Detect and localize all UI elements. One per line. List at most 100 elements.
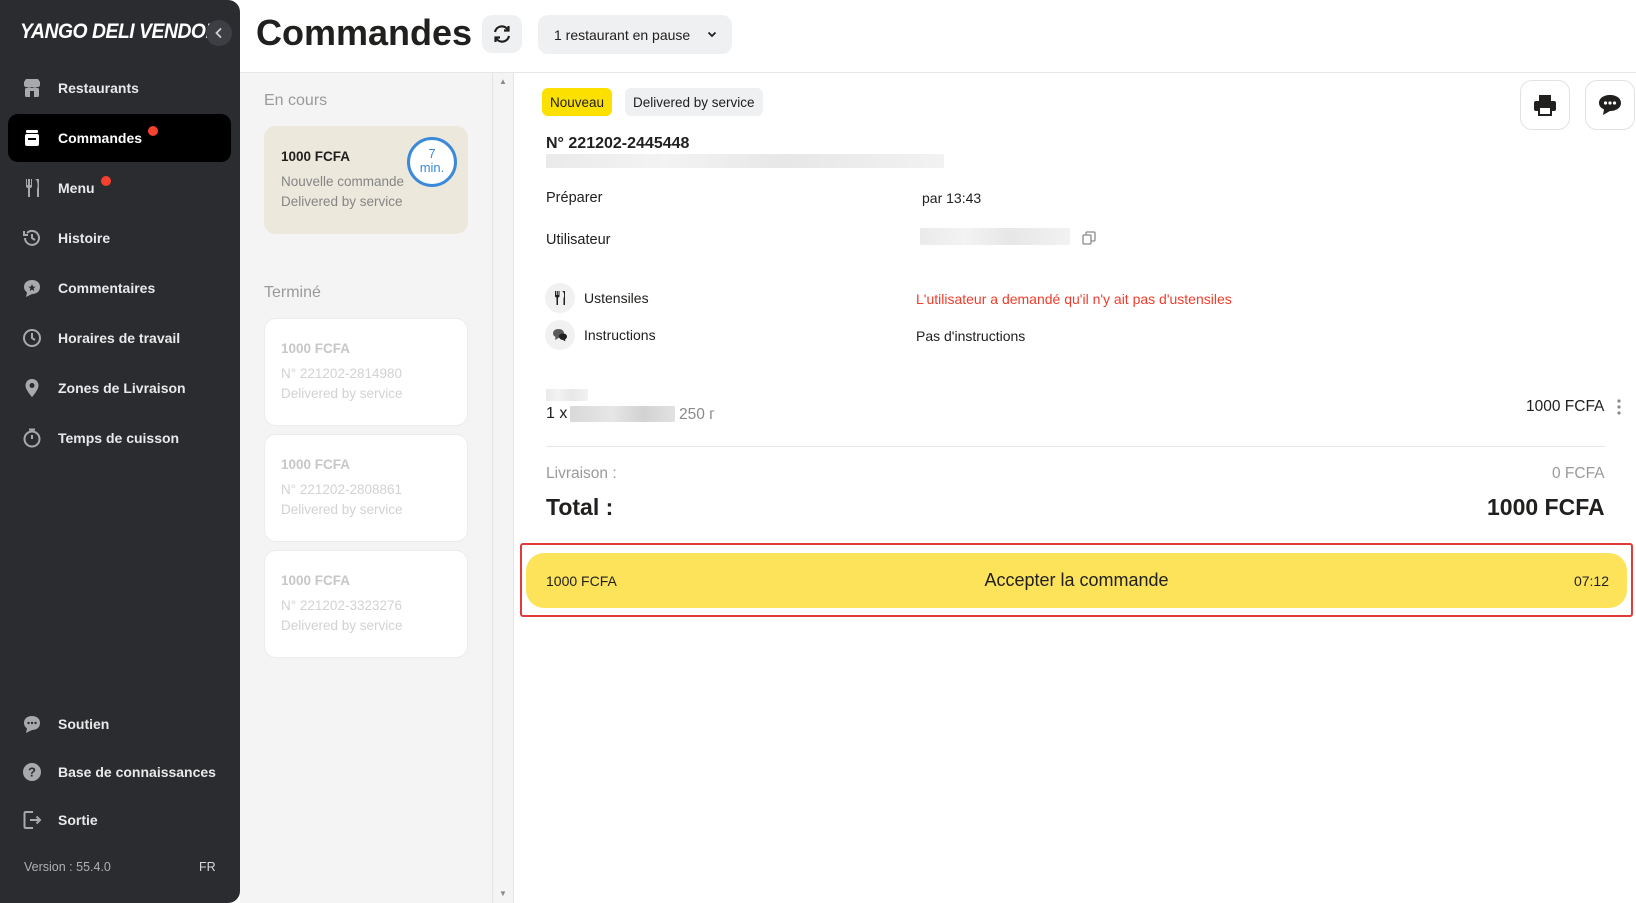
refresh-icon <box>493 25 511 43</box>
address-blurred <box>546 154 944 168</box>
notification-dot <box>100 176 111 186</box>
language-switch[interactable]: FR <box>199 860 216 874</box>
status-badge-new: Nouveau <box>542 88 613 116</box>
order-card-done[interactable]: 1000 FCFA N° 221202-3323276 Delivered by… <box>264 550 468 658</box>
sidebar-item-cuisson[interactable]: Temps de cuisson <box>8 414 231 462</box>
done-title: Terminé <box>264 284 321 301</box>
sidebar-item-label: Sortie <box>58 812 98 828</box>
order-card-service: Delivered by service <box>281 386 403 401</box>
sidebar-item-restaurants[interactable]: Restaurants <box>8 64 231 112</box>
refresh-button[interactable] <box>482 15 522 53</box>
sidebar-item-histoire[interactable]: Histoire <box>8 214 231 262</box>
utensils-label: Ustensiles <box>584 290 649 306</box>
prepare-label: Préparer <box>546 190 603 206</box>
delivery-label: Livraison : <box>546 465 617 482</box>
order-card-price: 1000 FCFA <box>281 341 351 356</box>
sidebar-item-label: Histoire <box>58 230 111 246</box>
sidebar-item-label: Temps de cuisson <box>58 430 180 446</box>
sidebar-item-label: Zones de Livraison <box>58 380 186 396</box>
accept-order-button[interactable]: 1000 FCFA Accepter la commande 07:12 <box>526 553 1627 608</box>
more-options-icon[interactable] <box>1616 398 1622 416</box>
total-label: Total : <box>546 494 614 520</box>
sidebar-item-label: Menu <box>58 180 95 196</box>
sidebar-item-base-connaissances[interactable]: ? Base de connaissances <box>8 748 231 796</box>
order-card-service: Delivered by service <box>281 194 403 209</box>
location-pin-icon <box>20 376 44 400</box>
sidebar-item-label: Horaires de travail <box>58 330 181 346</box>
order-card-service: Delivered by service <box>281 618 403 633</box>
pause-select-label: 1 restaurant en pause <box>554 26 691 43</box>
item-price: 1000 FCFA <box>1526 398 1605 415</box>
service-badge: Delivered by service <box>625 88 763 116</box>
sidebar-item-menu[interactable]: Menu <box>8 164 231 212</box>
fork-knife-icon <box>20 176 44 200</box>
item-quantity: 1 x <box>546 405 568 422</box>
chat-icon <box>1599 95 1621 115</box>
sidebar-item-label: Base de connaissances <box>58 764 216 780</box>
instructions-label: Instructions <box>584 327 656 343</box>
delivery-value: 0 FCFA <box>1552 465 1605 482</box>
timer-value: 7 <box>428 146 436 161</box>
orders-list-scrollbar[interactable]: ▲ ▼ <box>492 73 514 903</box>
sidebar-item-label: Soutien <box>58 716 110 732</box>
exit-icon <box>20 808 44 832</box>
instructions-value: Pas d'instructions <box>916 328 1026 344</box>
item-weight: 250 г <box>679 406 715 423</box>
order-card-number: N° 221202-2814980 <box>281 366 402 381</box>
page-title: Commandes <box>256 12 473 53</box>
order-timer-badge: 7 min. <box>407 137 457 187</box>
sidebar: YANGO DELI VENDOR Restaurants Commandes … <box>0 0 240 903</box>
order-card-service: Delivered by service <box>281 502 403 517</box>
sidebar-item-zones[interactable]: Zones de Livraison <box>8 364 231 412</box>
order-card-number: N° 221202-2808861 <box>281 482 402 497</box>
sidebar-item-horaires[interactable]: Horaires de travail <box>8 314 231 362</box>
order-card-price: 1000 FCFA <box>281 573 351 588</box>
history-icon <box>20 226 44 250</box>
copy-icon[interactable] <box>1082 231 1096 245</box>
prepare-time: par 13:43 <box>922 190 982 206</box>
instructions-icon <box>545 320 575 350</box>
sidebar-item-label: Commentaires <box>58 280 156 296</box>
user-info-blurred <box>920 228 1070 245</box>
scroll-up-arrow-icon[interactable]: ▲ <box>499 77 507 86</box>
orders-icon <box>20 126 44 150</box>
collapse-sidebar-button[interactable] <box>206 20 232 46</box>
chat-button[interactable] <box>1585 80 1635 130</box>
comment-icon <box>20 276 44 300</box>
chevron-down-icon <box>707 31 717 38</box>
svg-text:?: ? <box>28 765 36 780</box>
accept-label: Accepter la commande <box>984 570 1169 590</box>
sidebar-item-label: Commandes <box>58 130 143 146</box>
sidebar-item-label: Restaurants <box>58 80 139 96</box>
scroll-down-arrow-icon[interactable]: ▼ <box>499 889 507 898</box>
utensils-warning: L'utilisateur a demandé qu'il n'y ait pa… <box>916 291 1232 307</box>
total-value: 1000 FCFA <box>1487 494 1605 520</box>
order-card-done[interactable]: 1000 FCFA N° 221202-2814980 Delivered by… <box>264 318 468 426</box>
restaurant-pause-dropdown[interactable]: 1 restaurant en pause <box>538 15 732 54</box>
chevron-left-icon <box>215 28 222 38</box>
utensils-icon <box>545 283 575 313</box>
order-card-price: 1000 FCFA <box>281 457 351 472</box>
order-number: N° 221202-2445448 <box>546 135 690 152</box>
store-icon <box>20 76 44 100</box>
order-card-active[interactable]: 1000 FCFA Nouvelle commande Delivered by… <box>264 126 468 234</box>
item-category-blurred <box>546 389 588 401</box>
in-progress-title: En cours <box>264 92 328 109</box>
sidebar-item-soutien[interactable]: Soutien <box>8 700 231 748</box>
summary-divider <box>546 446 1605 447</box>
sidebar-item-commentaires[interactable]: Commentaires <box>8 264 231 312</box>
accept-countdown: 07:12 <box>1573 572 1609 589</box>
print-button[interactable] <box>1520 80 1570 130</box>
notification-dot <box>148 126 159 136</box>
sidebar-item-commandes[interactable]: Commandes <box>8 114 231 162</box>
printer-icon <box>1534 95 1556 116</box>
stopwatch-icon <box>20 426 44 450</box>
timer-unit: min. <box>419 160 445 175</box>
clock-icon <box>20 326 44 350</box>
user-label: Utilisateur <box>546 232 611 248</box>
order-card-done[interactable]: 1000 FCFA N° 221202-2808861 Delivered by… <box>264 434 468 542</box>
app-logo: YANGO DELI VENDOR <box>20 20 219 43</box>
sidebar-item-sortie[interactable]: Sortie <box>8 796 231 844</box>
item-name-blurred <box>570 406 675 422</box>
order-card-number: N° 221202-3323276 <box>281 598 402 613</box>
